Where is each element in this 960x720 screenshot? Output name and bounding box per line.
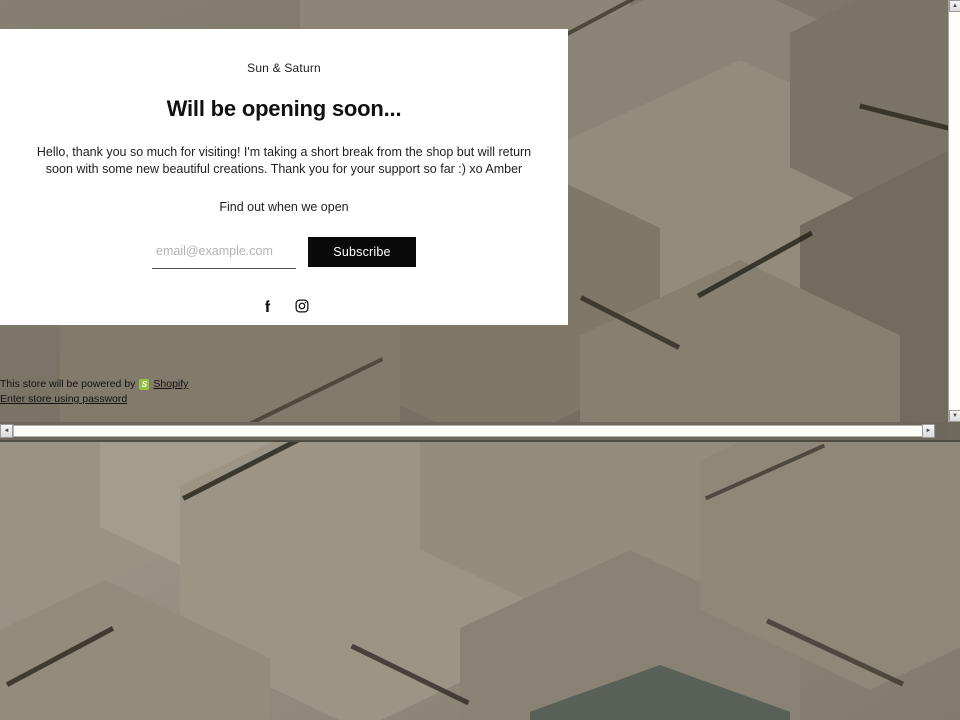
newsletter-prompt: Find out when we open: [219, 200, 349, 214]
powered-by-text: This store will be powered by: [0, 378, 136, 390]
frame-divider: [0, 440, 960, 442]
social-links: [22, 299, 546, 317]
powered-by-line: This store will be powered by S Shopify: [0, 378, 188, 391]
page-title: Will be opening soon...: [166, 96, 402, 121]
page-background-lower: [0, 440, 960, 720]
shopify-logo-icon: S: [139, 379, 150, 390]
vertical-scrollbar[interactable]: ▲ ▼: [948, 0, 960, 422]
horizontal-scrollbar-track[interactable]: [13, 425, 935, 437]
horizontal-scrollbar[interactable]: ◄ ►: [0, 422, 948, 440]
store-footer: This store will be powered by S Shopify …: [0, 378, 188, 406]
facebook-icon: [259, 298, 275, 319]
browser-viewport: Sun & Saturn Will be opening soon... Hel…: [0, 0, 960, 720]
scroll-left-button[interactable]: ◄: [0, 424, 13, 438]
coming-soon-card: Sun & Saturn Will be opening soon... Hel…: [0, 29, 568, 325]
email-input[interactable]: [152, 237, 296, 269]
password-line: Enter store using password: [0, 393, 188, 406]
instagram-link[interactable]: [293, 299, 311, 317]
scroll-down-button[interactable]: ▼: [949, 410, 960, 422]
vertical-scrollbar-track[interactable]: [949, 12, 960, 410]
instagram-icon: [294, 298, 310, 319]
shopify-link[interactable]: Shopify: [153, 378, 188, 391]
subscribe-button[interactable]: Subscribe: [308, 237, 416, 267]
enter-store-password-link[interactable]: Enter store using password: [0, 393, 127, 405]
shop-name: Sun & Saturn: [247, 61, 321, 75]
scroll-right-button[interactable]: ►: [922, 424, 935, 438]
facebook-link[interactable]: [258, 299, 276, 317]
scroll-up-button[interactable]: ▲: [949, 0, 960, 12]
newsletter-form: Subscribe: [22, 237, 546, 269]
shop-message: Hello, thank you so much for visiting! I…: [36, 145, 532, 176]
